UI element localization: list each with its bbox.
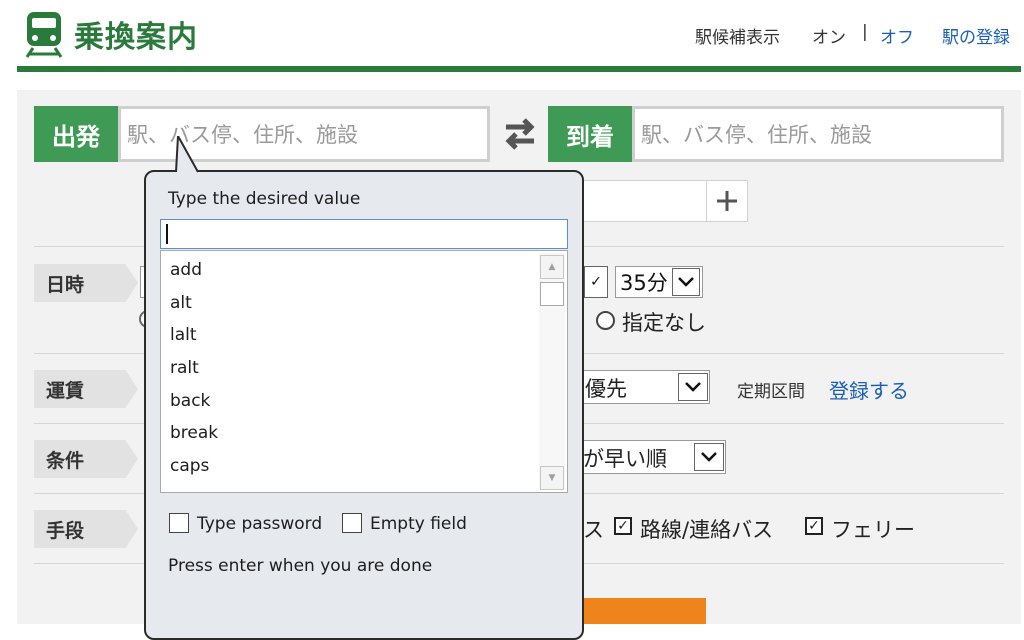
minute-select-arrow[interactable] [672,268,700,296]
sort-select-value: が早い順 [583,447,667,471]
header-rule [17,66,1021,72]
scrollbar-thumb[interactable] [540,282,564,306]
popup-option-list[interactable]: add alt lalt ralt back break caps ▲ ▼ [160,250,568,493]
list-item[interactable]: add [161,254,537,287]
plus-icon[interactable] [706,180,748,222]
list-item[interactable]: caps [161,450,537,483]
arrival-input[interactable]: 駅、バス停、住所、施設 [632,106,1004,162]
commuter-label: 定期区間 [737,382,805,402]
ferry-checkbox[interactable]: ✓ [805,517,823,535]
empty-field-label: Empty field [370,514,467,534]
datetime-label: 日時 [34,264,138,302]
no-spec-radio[interactable] [596,311,615,330]
ferry-label: フェリー [831,518,915,542]
means-label: 手段 [34,510,138,548]
popup-pointer [172,132,212,174]
no-spec-label: 指定なし [622,311,706,335]
means-partial-item: ス [583,518,604,542]
conditions-label: 条件 [34,440,138,478]
candidates-on-option[interactable]: オン [812,23,846,48]
fare-select-arrow[interactable] [678,373,708,401]
route-bus-label: 路線/連絡バス [640,518,774,542]
departure-tag: 出発 [34,106,118,162]
minute-select-value: 35分 [620,271,668,295]
popup-hint: Press enter when you are done [168,556,433,576]
candidates-off-link[interactable]: オフ [880,23,914,48]
station-candidates-label: 駅候補表示 [695,28,780,48]
header-separator: | [862,22,868,42]
app-title: 乗換案内 [74,20,198,55]
hour-select-arrow[interactable]: ✓ [584,266,608,298]
popup-prompt: Type the desired value [168,189,361,209]
list-item[interactable]: back [161,384,537,417]
text-cursor [166,224,168,244]
list-item[interactable]: break [161,417,537,450]
empty-field-checkbox[interactable] [342,513,362,533]
popup-value-input[interactable] [160,219,568,249]
type-password-checkbox[interactable] [169,513,189,533]
train-logo-icon [24,10,64,58]
scroll-up-icon[interactable]: ▲ [540,255,564,279]
type-password-label: Type password [197,514,323,534]
list-item[interactable]: ralt [161,352,537,385]
list-item[interactable]: alt [161,287,537,320]
register-station-link[interactable]: 駅の登録 [942,23,1010,48]
fare-select-value: 優先 [585,377,627,401]
list-scrollbar[interactable]: ▲ ▼ [539,253,565,490]
arrival-tag: 到着 [548,106,632,162]
list-item[interactable]: lalt [161,319,537,352]
swap-arrows-icon[interactable] [500,114,540,154]
option-list: add alt lalt ralt back break caps [161,254,537,482]
scroll-down-icon[interactable]: ▼ [540,466,564,490]
fare-label: 運賃 [34,370,138,408]
register-commuter-link[interactable]: 登録する [829,375,909,404]
route-bus-checkbox[interactable]: ✓ [614,517,632,535]
sort-select-arrow[interactable] [694,443,724,471]
